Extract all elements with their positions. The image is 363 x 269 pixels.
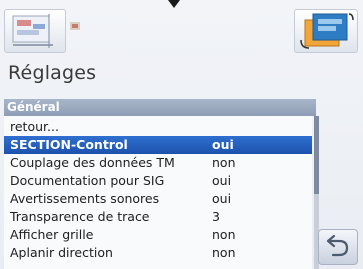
list-item-label: Aplanir direction <box>10 245 113 260</box>
back-arrow-icon <box>326 234 349 257</box>
flag-icon <box>70 22 80 30</box>
page-title: Réglages <box>8 62 97 84</box>
back-button[interactable] <box>318 229 358 265</box>
list-item-label: Couplage des données TM <box>10 155 175 170</box>
list-item-afficher-grille[interactable]: Afficher grille non <box>4 226 312 244</box>
map-settings-icon <box>12 14 53 48</box>
list-item-value: oui <box>212 137 234 152</box>
section-header: Général <box>4 99 316 116</box>
list-item-value: 3 <box>212 209 220 224</box>
layers-button[interactable] <box>294 9 358 53</box>
list-item-label: Documentation pour SIG <box>10 173 165 188</box>
list-item-label: SECTION-Control <box>10 137 128 152</box>
list-item-value: oui <box>212 191 232 206</box>
list-item-value: non <box>212 245 236 260</box>
settings-list: retour... SECTION-Control oui Couplage d… <box>4 116 312 269</box>
list-item-aplanir-direction[interactable]: Aplanir direction non <box>4 244 312 262</box>
top-pointer-icon <box>168 0 180 8</box>
settings-screen: Réglages Général retour... SECTION-Contr… <box>0 0 363 269</box>
list-item-couplage-tm[interactable]: Couplage des données TM non <box>4 154 312 172</box>
list-item-label: Afficher grille <box>10 227 94 242</box>
map-settings-button[interactable] <box>4 9 66 53</box>
list-item-label: retour... <box>10 119 59 134</box>
list-item-transparence[interactable]: Transparence de trace 3 <box>4 208 312 226</box>
list-item-section-control[interactable]: SECTION-Control oui <box>4 136 312 154</box>
layers-icon <box>300 13 354 49</box>
list-item-retour[interactable]: retour... <box>4 118 312 136</box>
scroll-thumb[interactable] <box>314 116 319 194</box>
list-item-label: Avertissements sonores <box>10 191 160 206</box>
list-item-value: non <box>212 155 236 170</box>
list-item-value: non <box>212 227 236 242</box>
list-item-value: oui <box>212 173 232 188</box>
list-item-label: Transparence de trace <box>10 209 150 224</box>
list-item-documentation-sig[interactable]: Documentation pour SIG oui <box>4 172 312 190</box>
list-item-avertissements[interactable]: Avertissements sonores oui <box>4 190 312 208</box>
